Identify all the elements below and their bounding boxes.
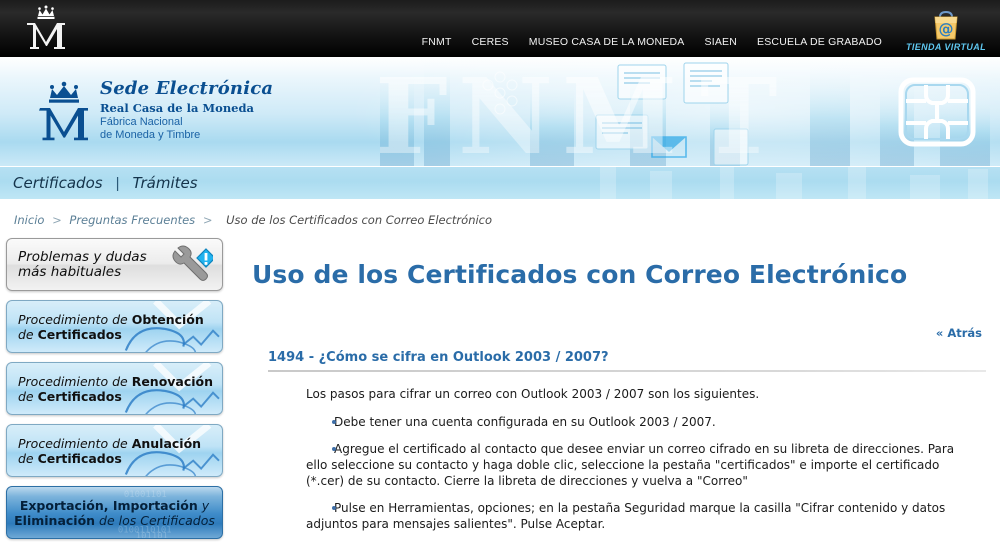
tienda-virtual-label: TIENDA VIRTUAL	[905, 42, 987, 52]
faq-step-2: Agregue el certificado al contacto que d…	[286, 441, 986, 500]
top-black-bar: FNMT CERES MUSEO CASA DE LA MONEDA SIAEN…	[0, 0, 1000, 57]
crown-m-logo-icon[interactable]	[18, 4, 74, 54]
svg-text:F: F	[380, 57, 454, 166]
sidebar-item-label: Procedimiento de Renovación de Certifica…	[7, 374, 219, 404]
sidebar-label-strong-2: Certificados	[37, 388, 122, 404]
svg-text:M: M	[562, 57, 683, 166]
bullet-icon	[332, 446, 336, 451]
sidebar-item-exportacion-importacion[interactable]: 01001101 10110010 0100110101 101101 Expo…	[6, 486, 223, 539]
sidebar-item-problemas-y-dudas[interactable]: Problemas y dudas más habituales	[6, 238, 223, 291]
bullet-icon	[332, 419, 336, 424]
sidebar-label-post-1: y	[197, 497, 210, 513]
breadcrumb: Inicio > Preguntas Frecuentes > Uso de l…	[0, 199, 1000, 227]
faq-intro-text: Los pasos para cifrar un correo con Outl…	[306, 386, 760, 401]
sidebar-item-anulacion-certificados[interactable]: Procedimiento de Anulación de Certificad…	[6, 424, 223, 477]
sidebar-label-pre-2: de	[18, 326, 38, 342]
sidebar-label-strong-1: Exportación, Importación	[19, 497, 198, 513]
menu-item-certificados[interactable]: Certificados	[0, 174, 116, 192]
sidebar-label-strong-2: Eliminación	[14, 512, 96, 528]
topnav-item-escuela[interactable]: ESCUELA DE GRABADO	[747, 36, 892, 48]
sidebar-label-pre-2: de	[18, 388, 38, 404]
content-area: Problemas y dudas más habituales Procedi…	[0, 227, 1000, 543]
sidebar-label-strong-2: Certificados	[37, 450, 122, 466]
breadcrumb-item-inicio[interactable]: Inicio	[14, 213, 44, 227]
breadcrumb-item-preguntas-frecuentes[interactable]: Preguntas Frecuentes	[69, 213, 195, 227]
topnav-item-museo[interactable]: MUSEO CASA DE LA MONEDA	[519, 36, 695, 48]
sidebar-item-label: Exportación, Importación y Eliminación d…	[14, 498, 215, 528]
sidebar-item-label: Procedimiento de Anulación de Certificad…	[7, 436, 207, 466]
sidebar-item-label: Problemas y dudas más habituales	[7, 248, 153, 280]
topnav-item-siaen[interactable]: SIAEN	[695, 36, 748, 48]
faq-divider	[268, 369, 986, 372]
tienda-virtual-button[interactable]: @ TIENDA VIRTUAL	[896, 2, 996, 55]
crown-m-blue-logo-icon	[39, 81, 88, 141]
sede-subtitle-fabrica-2: de Moneda y Timbre	[100, 129, 201, 141]
breadcrumb-separator-2: >	[202, 213, 213, 227]
sidebar: Problemas y dudas más habituales Procedi…	[0, 227, 228, 543]
faq-step-3: Pulse en Herramientas, opciones; en la p…	[286, 500, 986, 543]
faq-step-text: Pulse en Herramientas, opciones; en la p…	[306, 500, 946, 531]
bullet-icon	[332, 505, 336, 510]
faq-answer: Los pasos para cifrar un correo con Outl…	[268, 386, 986, 543]
sidebar-label-post-2: de los Certificados	[95, 512, 215, 528]
header-banner: F N M T Sede Electrónica Real Casa de la…	[0, 57, 1000, 166]
main-content: Uso de los Certificados con Correo Elect…	[228, 227, 1000, 543]
shopping-bag-at-icon: @	[934, 10, 958, 40]
top-nav: FNMT CERES MUSEO CASA DE LA MONEDA SIAEN…	[412, 0, 892, 57]
wrench-alert-icon	[172, 245, 213, 281]
topnav-item-fnmt[interactable]: FNMT	[412, 36, 462, 48]
smartcard-chip-icon	[898, 77, 976, 147]
sede-subtitle-fabrica-1: Fábrica Nacional	[100, 116, 183, 128]
sidebar-label-strong-1: Renovación	[131, 373, 214, 389]
svg-text:@: @	[939, 20, 954, 38]
faq-step-1: Debe tener una cuenta configurada en su …	[286, 414, 986, 441]
sidebar-item-label: Procedimiento de Obtención de Certificad…	[7, 312, 210, 342]
faq-block: 1494 - ¿Cómo se cifra en Outlook 2003 / …	[252, 342, 986, 543]
topnav-item-ceres[interactable]: CERES	[462, 36, 519, 48]
svg-text:101101: 101101	[136, 532, 168, 539]
sidebar-label-strong-1: Anulación	[131, 435, 202, 451]
breadcrumb-separator-1: >	[52, 213, 62, 227]
sidebar-label-pre-1: Procedimiento de	[18, 435, 132, 451]
sede-title: Sede Electrónica	[100, 78, 274, 99]
sidebar-label-strong-2: Certificados	[37, 326, 122, 342]
page-title: Uso de los Certificados con Correo Elect…	[252, 259, 908, 289]
sidebar-label-pre-1: Procedimiento de	[18, 373, 132, 389]
sede-subtitle-casa: Real Casa de la Moneda	[100, 101, 254, 115]
sidebar-label-line-1: Problemas y dudas	[18, 248, 147, 265]
menubar-background-art	[600, 167, 988, 199]
back-link-row: « Atrás	[252, 306, 986, 342]
faq-question-title: 1494 - ¿Cómo se cifra en Outlook 2003 / …	[268, 349, 609, 365]
svg-text:N: N	[458, 57, 559, 166]
main-menu-bar: Certificados | Trámites	[0, 166, 1000, 199]
sede-electronica-logo[interactable]: Sede Electrónica Real Casa de la Moneda …	[38, 77, 273, 143]
sidebar-item-renovacion-certificados[interactable]: Procedimiento de Renovación de Certifica…	[6, 362, 223, 415]
sidebar-label-strong-1: Obtención	[131, 311, 204, 327]
breadcrumb-item-current: Uso de los Certificados con Correo Elect…	[226, 213, 493, 227]
svg-text:T: T	[700, 57, 783, 166]
faq-step-text: Debe tener una cuenta configurada en su …	[334, 414, 716, 429]
sidebar-item-obtencion-certificados[interactable]: Procedimiento de Obtención de Certificad…	[6, 300, 223, 353]
back-link[interactable]: « Atrás	[936, 326, 982, 340]
sidebar-label-pre-2: de	[18, 450, 38, 466]
sidebar-label-line-2: más habituales	[18, 263, 122, 280]
faq-step-text: Agregue el certificado al contacto que d…	[306, 441, 955, 488]
sidebar-label-pre-1: Procedimiento de	[18, 311, 132, 327]
menu-item-tramites[interactable]: Trámites	[119, 174, 210, 192]
